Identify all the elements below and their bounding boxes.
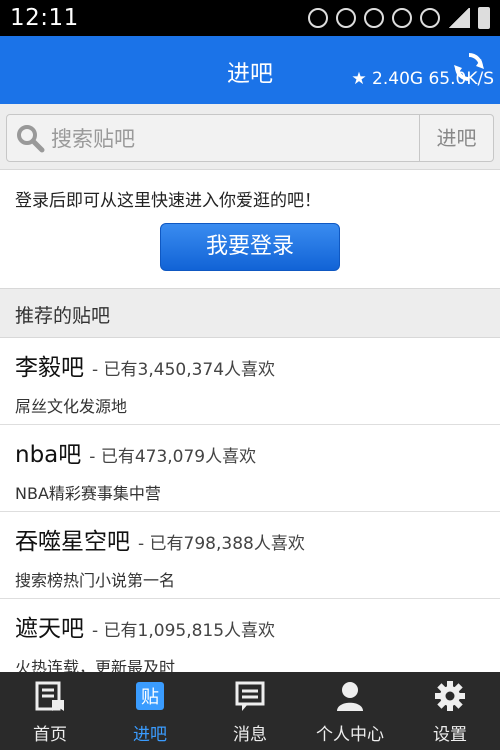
chat-icon [308, 8, 328, 28]
bar-description: NBA精彩赛事集中营 [15, 484, 161, 503]
bar-description: 屌丝文化发源地 [15, 397, 128, 416]
like-count: - 已有798,388人喜欢 [138, 534, 305, 554]
bar-name: 吞噬星空吧 [15, 529, 130, 555]
refresh-icon[interactable] [452, 50, 486, 84]
list-item[interactable]: 李毅吧 - 已有3,450,374人喜欢 屌丝文化发源地 [0, 338, 500, 425]
recommended-title: 推荐的贴吧 [15, 305, 111, 327]
recommended-list: 李毅吧 - 已有3,450,374人喜欢 屌丝文化发源地 nba吧 - 已有473,… [0, 338, 500, 672]
tab-home[interactable]: 首页 [0, 672, 100, 750]
status-bar: 12:11 [0, 0, 500, 36]
tab-label: 进吧 [133, 725, 167, 745]
svg-text:贴: 贴 [141, 687, 159, 708]
tab-label: 设置 [433, 725, 467, 745]
tab-messages[interactable]: 消息 [200, 672, 300, 750]
check-icon [336, 8, 356, 28]
tab-profile[interactable]: 个人中心 [300, 672, 400, 750]
search-placeholder: 搜索贴吧 [51, 127, 135, 151]
enter-bar-icon: 贴 [136, 682, 164, 710]
tab-label: 消息 [233, 725, 267, 745]
tab-enter-bar[interactable]: 贴 进吧 [100, 672, 200, 750]
bar-name: nba吧 [15, 442, 82, 468]
bar-description: 搜索榜热门小说第一名 [15, 571, 176, 590]
battery-icon [478, 7, 490, 29]
search-area: 搜索贴吧 进吧 [0, 104, 500, 170]
bar-name: 李毅吧 [15, 355, 84, 381]
gear-icon [435, 681, 465, 711]
tab-label: 首页 [33, 725, 67, 745]
bar-description: 火热连载，更新最及时 [15, 658, 176, 672]
download-icon [364, 8, 384, 28]
status-icons [308, 7, 500, 29]
recommended-header: 推荐的贴吧 [0, 288, 500, 338]
tab-settings[interactable]: 设置 [400, 672, 500, 750]
list-item[interactable]: 遮天吧 - 已有1,095,815人喜欢 火热连载，更新最及时 [0, 599, 500, 672]
login-section: 登录后即可从这里快速进入你爱逛的吧！ 我要登录 [0, 170, 500, 288]
like-count: - 已有473,079人喜欢 [89, 447, 257, 467]
login-hint: 登录后即可从这里快速进入你爱逛的吧！ [15, 191, 321, 211]
like-count: - 已有3,450,374人喜欢 [92, 360, 276, 380]
login-button[interactable]: 我要登录 [160, 223, 340, 271]
search-icon [17, 125, 45, 153]
person-icon [337, 682, 363, 711]
list-item[interactable]: nba吧 - 已有473,079人喜欢 NBA精彩赛事集中营 [0, 425, 500, 512]
tab-label: 个人中心 [316, 725, 384, 745]
list-item[interactable]: 吞噬星空吧 - 已有798,388人喜欢 搜索榜热门小说第一名 [0, 512, 500, 599]
message-icon [235, 681, 265, 711]
search-enter-button[interactable]: 进吧 [419, 114, 494, 162]
clock: 12:11 [10, 5, 79, 31]
search-input[interactable]: 搜索贴吧 [6, 114, 420, 162]
home-icon [35, 681, 64, 711]
bottom-tab-bar: 首页 贴 进吧 消息 个人中心 设置 [0, 672, 500, 750]
usb-icon [392, 8, 412, 28]
like-count: - 已有1,095,815人喜欢 [92, 621, 276, 641]
alarm-icon [420, 8, 440, 28]
signal-icon [448, 8, 470, 28]
bar-name: 遮天吧 [15, 616, 84, 642]
title-bar: 进吧 ★ 2.40G 65.0K/S [0, 36, 500, 104]
